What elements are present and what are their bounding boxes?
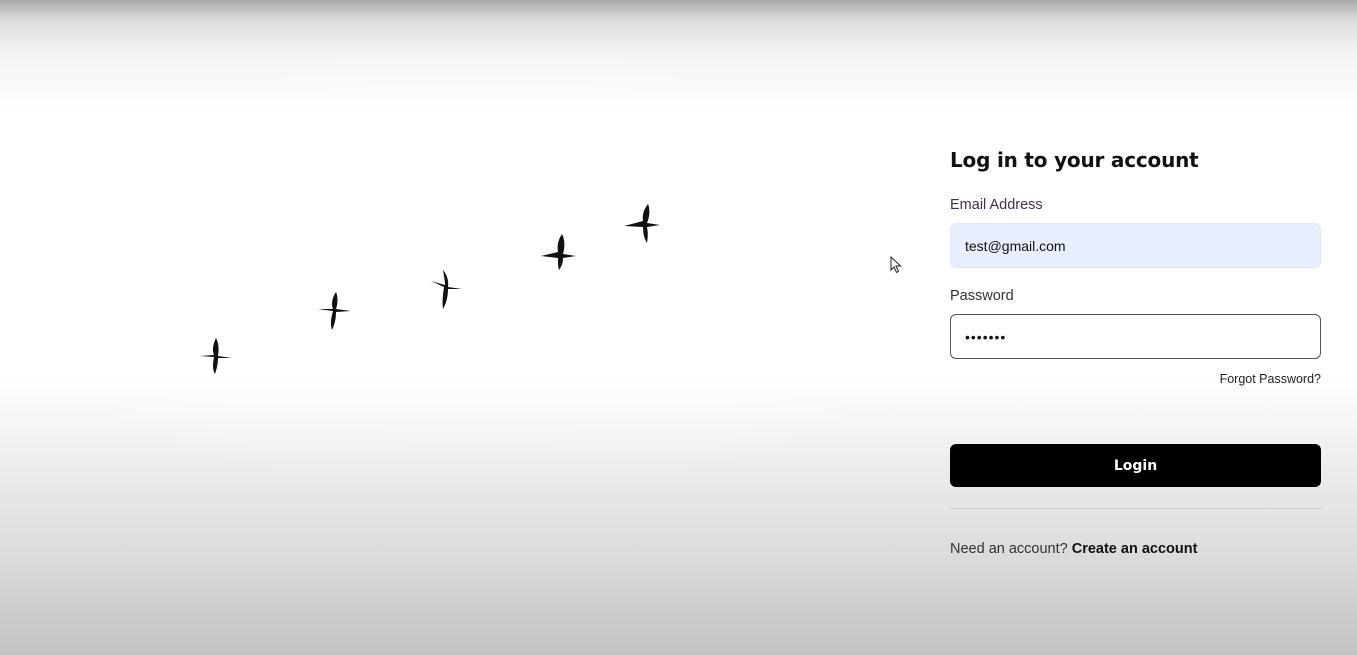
bird-icon — [624, 204, 660, 243]
field-spacer — [950, 268, 1321, 286]
email-field[interactable] — [950, 223, 1321, 268]
create-account-link[interactable]: Create an account — [1072, 541, 1198, 557]
signup-row: Need an account? Create an account — [950, 539, 1321, 559]
login-panel: Log in to your account Email Address Pas… — [950, 140, 1321, 559]
email-label: Email Address — [950, 197, 1043, 213]
password-field[interactable] — [950, 314, 1321, 359]
password-label: Password — [950, 288, 1014, 304]
bird-icon — [431, 270, 462, 309]
divider — [950, 508, 1321, 509]
forgot-password-link[interactable]: Forgot Password? — [1220, 372, 1321, 386]
page-title: Log in to your account — [950, 148, 1199, 172]
hero-image — [0, 0, 910, 655]
login-button[interactable]: Login — [950, 444, 1321, 487]
mouse-pointer-icon — [890, 256, 902, 274]
forgot-password-row: Forgot Password? — [950, 370, 1321, 388]
signup-prompt: Need an account? — [950, 541, 1072, 557]
bird-icon — [318, 292, 351, 330]
bird-icon — [200, 338, 232, 374]
bird-icon — [541, 234, 576, 270]
